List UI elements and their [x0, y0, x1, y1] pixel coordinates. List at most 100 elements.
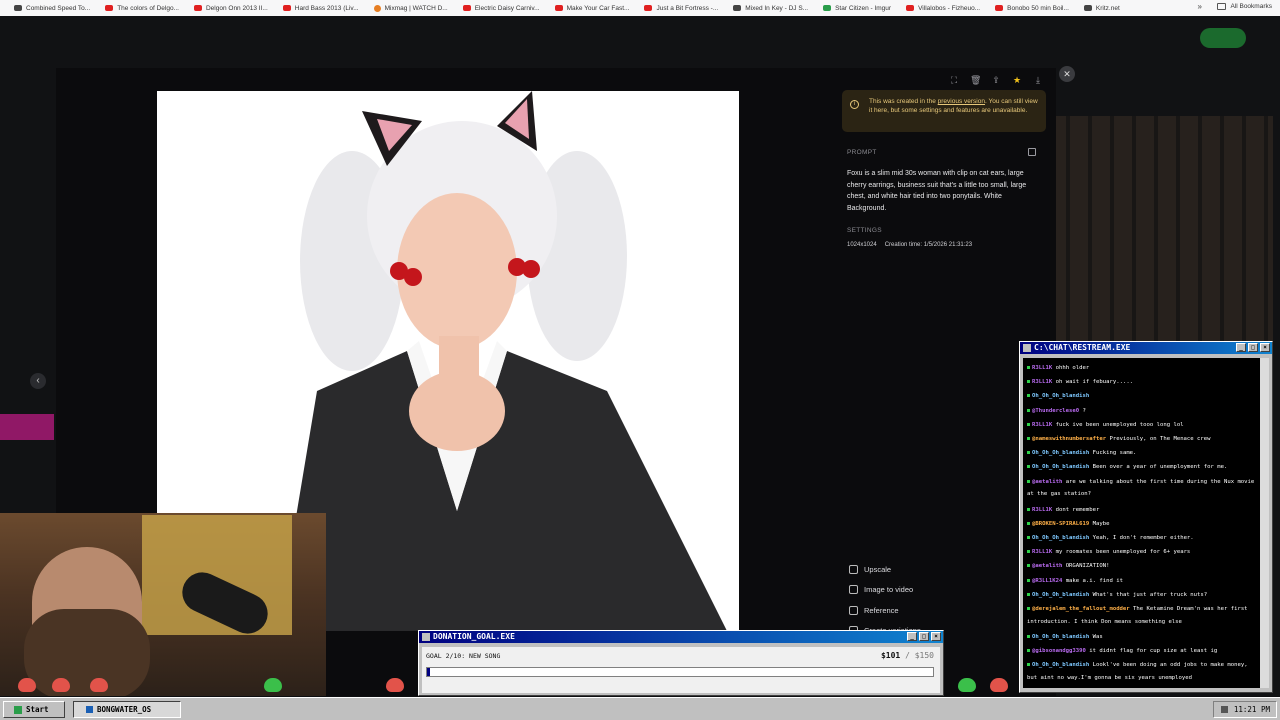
- bookmark-item[interactable]: Mixmag | WATCH D...: [373, 4, 448, 12]
- chat-username[interactable]: Oh_Oh_Oh_blandish: [1032, 393, 1089, 399]
- chat-message: R3LL1K oh wait if febuary.....: [1027, 375, 1257, 389]
- close-icon[interactable]: ✕: [1059, 66, 1075, 82]
- bookmark-item[interactable]: Combined Speed To...: [14, 5, 90, 12]
- bookmark-item[interactable]: Villalobos - Fizheuo...: [906, 5, 980, 12]
- chat-username[interactable]: @aetalith: [1032, 479, 1062, 485]
- chat-username[interactable]: @derejalem_the_fallout_modder: [1032, 606, 1130, 612]
- badge-icon: [1027, 635, 1030, 639]
- chat-message: @aetalith are we talking about the first…: [1027, 476, 1257, 501]
- chat-username[interactable]: @Thunderclese0: [1032, 408, 1079, 414]
- site-icon: [733, 5, 742, 11]
- chat-text: Yeah, I don't remember either.: [1092, 535, 1194, 542]
- previous-image-button[interactable]: ‹: [30, 373, 46, 389]
- download-icon[interactable]: ⤓: [1033, 75, 1043, 85]
- chat-username[interactable]: Oh_Oh_Oh_blandish: [1032, 634, 1089, 640]
- window-controls: _ □ ×: [1236, 343, 1270, 352]
- bookmark-item[interactable]: Bonobo 50 min Boil...: [995, 5, 1069, 12]
- viewer-toolbar: ⛶ 🗑 ⇪ ★ ⤓: [949, 75, 1043, 85]
- share-icon[interactable]: ⇪: [991, 75, 1001, 85]
- frog-icon: [958, 678, 976, 692]
- chat-username[interactable]: @R3LL1K24: [1032, 578, 1062, 584]
- youtube-icon: [995, 5, 1004, 11]
- badge-icon: [1027, 437, 1030, 441]
- chat-username[interactable]: @gibsonandgg3390: [1032, 648, 1086, 654]
- star-icon[interactable]: ★: [1012, 75, 1022, 85]
- youtube-icon: [282, 5, 291, 11]
- taskbar-item-bongwater-os[interactable]: BONGWATER_OS: [73, 701, 181, 718]
- chat-message: R3LL1K ohhh older: [1027, 361, 1257, 375]
- action-label: Image to video: [864, 585, 914, 595]
- badge-icon: [1027, 408, 1030, 412]
- upscale-button[interactable]: Upscale: [849, 559, 921, 580]
- expand-icon[interactable]: ⛶: [949, 75, 959, 85]
- reference-button[interactable]: Reference: [849, 600, 921, 621]
- chat-message: Oh_Oh_Oh_blandish Been over a year of un…: [1027, 460, 1257, 474]
- chat-username[interactable]: Oh_Oh_Oh_blandish: [1032, 450, 1089, 456]
- chat-username[interactable]: R3LL1K: [1032, 422, 1052, 428]
- chat-username[interactable]: @nameswithnumbersafter: [1032, 436, 1106, 442]
- start-button[interactable]: Start: [3, 701, 65, 718]
- bookmark-label: Combined Speed To...: [26, 4, 91, 12]
- chat-username[interactable]: Oh_Oh_Oh_blandish: [1032, 464, 1089, 470]
- chat-message: Oh_Oh_Oh_blandish Was: [1027, 630, 1257, 644]
- chat-username[interactable]: R3LL1K: [1032, 365, 1052, 371]
- chat-text: my roomates been unemployed for 6+ years: [1055, 549, 1191, 556]
- chat-message: @Thunderclese0 ?: [1027, 404, 1257, 418]
- maximize-icon[interactable]: □: [1248, 343, 1258, 352]
- chat-scrollbar[interactable]: [1260, 358, 1269, 688]
- window-controls: _ □ ×: [907, 632, 941, 641]
- bookmark-item[interactable]: Mixed In Key - DJ S...: [733, 5, 808, 12]
- chat-username[interactable]: R3LL1K: [1032, 549, 1052, 555]
- bookmark-item[interactable]: The colors of Delgo...: [105, 5, 179, 12]
- chat-text: Been over a year of unemployment for me.: [1092, 464, 1228, 471]
- chat-username[interactable]: @BROKEN-SPIRAL619: [1032, 521, 1089, 527]
- chat-username[interactable]: @aetalith: [1032, 563, 1062, 569]
- image-to-video-button[interactable]: Image to video: [849, 580, 921, 601]
- bookmarks-overflow-button[interactable]: »: [1198, 2, 1202, 11]
- donation-progress-fill: [427, 668, 430, 676]
- all-bookmarks-button[interactable]: All Bookmarks: [1217, 3, 1272, 10]
- site-icon: [1083, 5, 1092, 11]
- minimize-icon[interactable]: _: [907, 632, 917, 641]
- previous-version-link[interactable]: previous version: [938, 98, 985, 105]
- bookmark-label: Make Your Car Fast...: [566, 4, 630, 12]
- bookmark-item[interactable]: Electric Daisy Carniv...: [462, 5, 540, 12]
- chat-username[interactable]: R3LL1K: [1032, 379, 1052, 385]
- bookmark-item[interactable]: Star Citizen - Imgur: [823, 5, 891, 12]
- settings-label: SETTINGS: [847, 227, 882, 234]
- close-icon[interactable]: ×: [1260, 343, 1270, 352]
- badge-icon: [1027, 550, 1030, 554]
- chat-message: Oh_Oh_Oh_blandish: [1027, 389, 1257, 403]
- chat-username[interactable]: R3LL1K: [1032, 507, 1052, 513]
- chat-message: @aetalith ORGANIZATION!: [1027, 559, 1257, 573]
- bookmark-item[interactable]: Delgon Onn 2013 II...: [193, 5, 268, 12]
- chat-username[interactable]: Oh_Oh_Oh_blandish: [1032, 592, 1089, 598]
- chat-username[interactable]: Oh_Oh_Oh_blandish: [1032, 535, 1089, 541]
- resolution-tag: 1024x1024: [847, 242, 877, 248]
- bookmark-item[interactable]: Hard Bass 2013 (Liv...: [282, 5, 359, 12]
- trash-icon[interactable]: 🗑: [970, 75, 981, 85]
- frog-icon: [52, 678, 70, 692]
- bookmark-item[interactable]: Make Your Car Fast...: [554, 4, 630, 12]
- chat-text: Was: [1092, 634, 1103, 641]
- speaker-icon[interactable]: [1220, 706, 1228, 713]
- mixmag-icon: [373, 4, 381, 12]
- donation-goal-body: GOAL 2/10: NEW SONG $101 / $150: [422, 647, 940, 693]
- chat-message: R3LL1K my roomates been unemployed for 6…: [1027, 545, 1257, 559]
- copy-icon[interactable]: [1028, 148, 1036, 156]
- youtube-icon: [462, 5, 471, 11]
- donation-separator: /: [905, 651, 910, 660]
- reference-icon: [849, 605, 858, 615]
- chat-username[interactable]: Oh_Oh_Oh_blandish: [1032, 662, 1089, 668]
- maximize-icon[interactable]: □: [919, 632, 929, 641]
- minimize-icon[interactable]: _: [1236, 343, 1246, 352]
- donation-goal-window: DONATION_GOAL.EXE _ □ × GOAL 2/10: NEW S…: [418, 630, 944, 696]
- frog-icon: [386, 678, 404, 692]
- chat-text: ORGANIZATION!: [1065, 563, 1110, 570]
- bookmark-item[interactable]: Just a Bit Fortress -...: [644, 5, 718, 12]
- site-icon: [14, 5, 22, 11]
- badge-icon: [1027, 592, 1030, 596]
- folder-icon: [1217, 3, 1227, 10]
- close-icon[interactable]: ×: [931, 632, 941, 641]
- bookmark-item[interactable]: Kritz.net: [1083, 5, 1120, 12]
